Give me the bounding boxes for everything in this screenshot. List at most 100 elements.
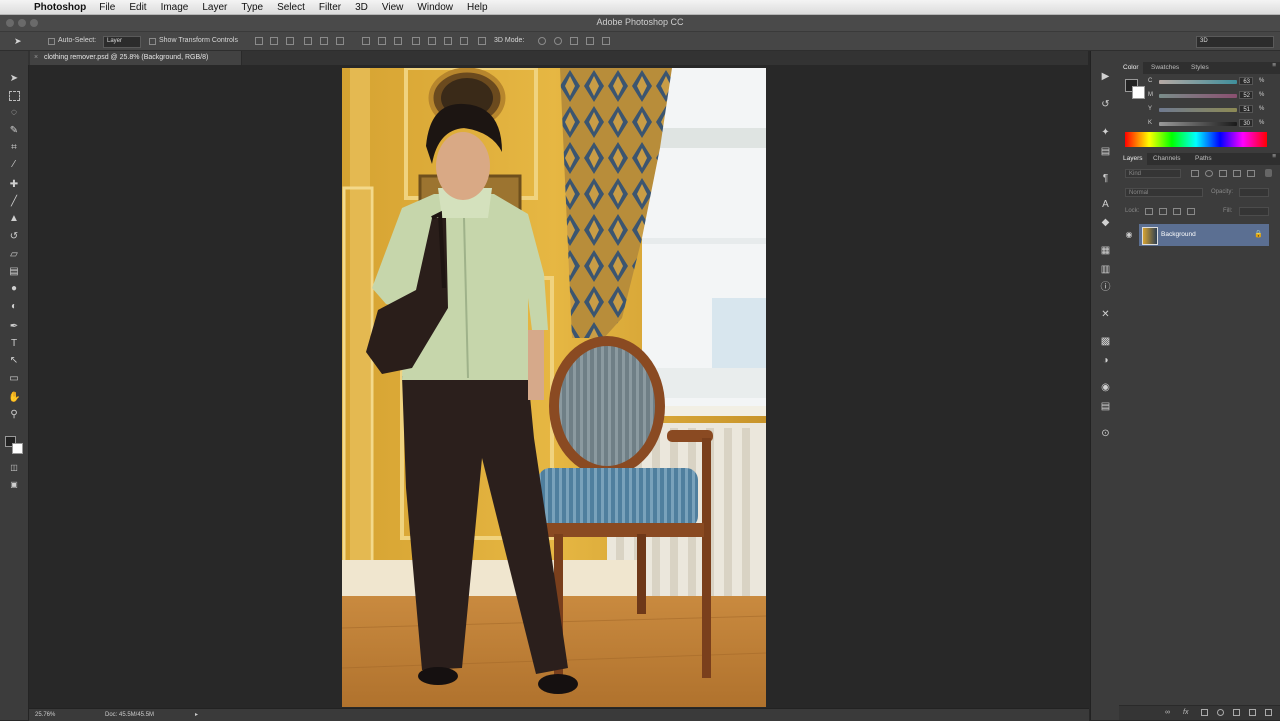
lock-position-icon[interactable] <box>1173 208 1181 215</box>
hand-tool-icon[interactable]: ✋ <box>8 392 20 404</box>
menu-edit[interactable]: Edit <box>129 2 146 13</box>
tab-layers[interactable]: Layers <box>1119 153 1147 165</box>
3d-scale-icon[interactable] <box>602 37 610 45</box>
3d-roll-icon[interactable] <box>554 37 562 45</box>
3d-drag-icon[interactable] <box>570 37 578 45</box>
menu-file[interactable]: File <box>99 2 115 13</box>
lock-image-pixels-icon[interactable] <box>1159 208 1167 215</box>
document-tab[interactable]: × clothing remover.psd @ 25.8% (Backgrou… <box>30 51 242 65</box>
opacity-field[interactable] <box>1239 188 1269 197</box>
channel-m-slider[interactable] <box>1159 94 1237 98</box>
background-color-swatch[interactable] <box>12 443 23 454</box>
eraser-tool-icon[interactable]: ▱ <box>8 249 20 261</box>
3d-mode-icon[interactable] <box>478 37 486 45</box>
navigator-icon[interactable]: ◉ <box>1100 382 1111 393</box>
align-top-icon[interactable] <box>255 37 263 45</box>
clone-source-icon[interactable]: ▤ <box>1100 146 1111 157</box>
color-spectrum-ramp[interactable] <box>1125 132 1267 147</box>
auto-select-checkbox[interactable] <box>48 38 55 45</box>
eyedropper-tool-icon[interactable]: ⁄ <box>8 159 20 171</box>
layer-name[interactable]: Background <box>1161 231 1196 238</box>
blend-mode-dropdown[interactable]: Normal <box>1125 188 1203 197</box>
new-layer-icon[interactable] <box>1249 709 1256 716</box>
filter-smart-object-icon[interactable] <box>1247 170 1255 177</box>
menu-view[interactable]: View <box>382 2 404 13</box>
channel-k-slider[interactable] <box>1159 122 1237 126</box>
3d-icon[interactable]: ✕ <box>1100 309 1111 320</box>
channel-k-value[interactable]: 30 <box>1239 119 1253 127</box>
distribute-left-icon[interactable] <box>412 37 420 45</box>
close-tab-icon[interactable]: × <box>34 51 38 65</box>
distribute-bottom-icon[interactable] <box>394 37 402 45</box>
menu-3d[interactable]: 3D <box>355 2 368 13</box>
swatches-icon[interactable]: ▩ <box>1100 336 1111 347</box>
status-menu-arrow-icon[interactable]: ▸ <box>195 711 198 718</box>
clone-stamp-tool-icon[interactable]: ▲ <box>8 213 20 225</box>
filter-shape-icon[interactable] <box>1233 170 1241 177</box>
document-size[interactable]: Doc: 45.5M/45.5M <box>105 712 154 718</box>
panel-menu-icon[interactable]: ≡ <box>1272 62 1276 69</box>
align-left-icon[interactable] <box>304 37 312 45</box>
menu-window[interactable]: Window <box>417 2 453 13</box>
tab-color[interactable]: Color <box>1119 62 1143 74</box>
layer-filter-kind[interactable]: Kind <box>1125 169 1181 178</box>
pen-tool-icon[interactable]: ✒ <box>8 321 20 333</box>
filter-adjustment-icon[interactable] <box>1205 170 1213 177</box>
history-brush-tool-icon[interactable]: ↺ <box>8 231 20 243</box>
move-tool-icon[interactable]: ➤ <box>8 73 20 85</box>
menu-type[interactable]: Type <box>241 2 263 13</box>
path-select-tool-icon[interactable]: ↖ <box>8 355 20 367</box>
filter-toggle-switch[interactable] <box>1265 169 1272 177</box>
menu-select[interactable]: Select <box>277 2 305 13</box>
layer-row-background[interactable]: Background 🔒 <box>1139 224 1269 246</box>
filter-type-icon[interactable] <box>1219 170 1227 177</box>
brush-tool-icon[interactable]: ╱ <box>8 196 20 208</box>
zoom-level[interactable]: 25.76% <box>35 712 55 718</box>
blur-tool-icon[interactable]: ● <box>8 283 20 295</box>
tab-channels[interactable]: Channels <box>1149 153 1184 165</box>
lasso-tool-icon[interactable]: ◌ <box>8 107 20 119</box>
menu-layer[interactable]: Layer <box>202 2 227 13</box>
document-image[interactable] <box>342 68 766 707</box>
menu-help[interactable]: Help <box>467 2 488 13</box>
3d-slide-icon[interactable] <box>586 37 594 45</box>
channel-c-slider[interactable] <box>1159 80 1237 84</box>
align-hcenter-icon[interactable] <box>320 37 328 45</box>
align-right-icon[interactable] <box>336 37 344 45</box>
app-menu[interactable]: Photoshop <box>34 2 86 13</box>
layers-panel-menu-icon[interactable]: ≡ <box>1272 153 1276 160</box>
properties-icon[interactable]: ◆ <box>1100 217 1111 228</box>
gradient-tool-icon[interactable]: ▤ <box>8 266 20 278</box>
healing-brush-tool-icon[interactable]: ✚ <box>8 179 20 191</box>
history-icon[interactable]: ↺ <box>1100 99 1111 110</box>
channel-c-value[interactable]: 63 <box>1239 77 1253 85</box>
show-transform-checkbox[interactable] <box>149 38 156 45</box>
screen-mode-icon[interactable]: ▣ <box>8 479 20 491</box>
distribute-top-icon[interactable] <box>362 37 370 45</box>
new-group-icon[interactable] <box>1233 709 1240 716</box>
styles-icon[interactable]: ◑ <box>1100 355 1111 366</box>
character-icon[interactable]: A <box>1100 199 1111 210</box>
tab-swatches[interactable]: Swatches <box>1147 62 1183 74</box>
info-icon[interactable]: ▥ <box>1100 264 1111 275</box>
timeline-icon[interactable]: ⊙ <box>1100 428 1111 439</box>
zoom-tool-icon[interactable]: ⚲ <box>8 409 20 421</box>
tab-styles[interactable]: Styles <box>1187 62 1213 74</box>
quick-select-tool-icon[interactable]: ✎ <box>8 125 20 137</box>
crop-tool-icon[interactable]: ⌗ <box>8 142 20 154</box>
tool-presets-icon[interactable]: ⓘ <box>1100 282 1111 293</box>
auto-select-dropdown[interactable]: Layer <box>103 36 141 48</box>
lock-all-icon[interactable] <box>1187 208 1195 215</box>
adjustments-icon[interactable]: ▦ <box>1100 245 1111 256</box>
shape-tool-icon[interactable]: ▭ <box>8 373 20 385</box>
distribute-vcenter-icon[interactable] <box>378 37 386 45</box>
menu-filter[interactable]: Filter <box>319 2 341 13</box>
distribute-right-icon[interactable] <box>444 37 452 45</box>
new-adjustment-layer-icon[interactable] <box>1217 709 1224 716</box>
menu-image[interactable]: Image <box>161 2 189 13</box>
lock-transparent-pixels-icon[interactable] <box>1145 208 1153 215</box>
quick-mask-icon[interactable]: ◫ <box>8 462 20 474</box>
color-panel-background-swatch[interactable] <box>1132 86 1145 99</box>
dodge-tool-icon[interactable]: ◐ <box>8 301 20 313</box>
add-mask-icon[interactable] <box>1201 709 1208 716</box>
